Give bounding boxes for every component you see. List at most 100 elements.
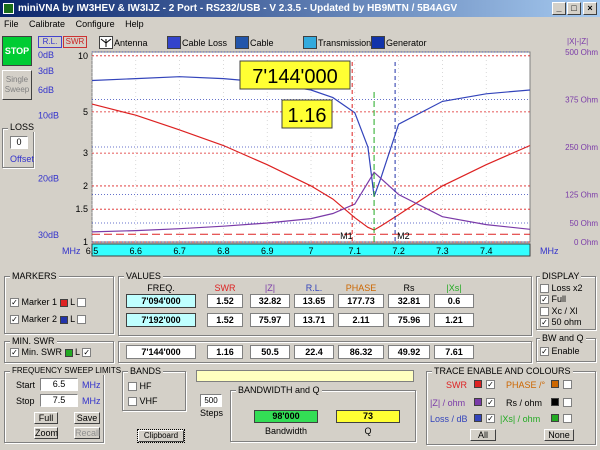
m1-freq: 7'094'000 — [126, 294, 196, 308]
col-swr: SWR — [214, 283, 236, 293]
trace-z-color[interactable] — [474, 398, 482, 406]
q-value: 73 — [336, 410, 400, 423]
marker1-l-checkbox[interactable] — [77, 298, 87, 308]
markers-title: MARKERS — [10, 271, 59, 281]
min-swr-checkbox[interactable]: ✓ — [10, 348, 19, 358]
m1-xs: 0.6 — [434, 294, 474, 308]
mhz-right-label: MHz — [540, 246, 559, 256]
full-button[interactable]: Full — [34, 412, 58, 424]
save-button[interactable]: Save — [74, 412, 100, 424]
bwq-enable-checkbox[interactable]: ✓ — [540, 347, 549, 357]
swr-callout-text: 1.16 — [288, 105, 327, 127]
trace-swr-label: SWR — [446, 380, 467, 390]
menu-configure[interactable]: Configure — [76, 19, 115, 29]
m2-freq: 7'192'000 — [126, 313, 196, 327]
marker1-checkbox[interactable]: ✓ — [10, 298, 19, 308]
stop-label: Stop — [16, 396, 35, 406]
freq-tick-label: 7.1 — [349, 246, 362, 256]
marker2-color[interactable] — [59, 315, 68, 324]
trace-xs-color[interactable] — [551, 414, 559, 422]
chart: 105321.51500 Ohm375 Ohm250 Ohm125 Ohm50 … — [38, 48, 599, 257]
tab-transmission-label: Transmission — [318, 38, 372, 48]
trace-z-label: |Z| / ohm — [430, 398, 466, 408]
m2-xs: 1.21 — [434, 313, 474, 327]
trace-rs-label: Rs / ohm — [506, 398, 543, 408]
freq-tick-label: 7.4 — [480, 246, 493, 256]
min-freq: 7'144'000 — [126, 345, 196, 359]
swr-tick-label: 2 — [83, 181, 88, 191]
display-loss-checkbox[interactable] — [540, 284, 549, 294]
trace-phase-checkbox[interactable] — [563, 380, 572, 390]
recall-button[interactable]: Recall — [74, 427, 100, 439]
display-xcxl-checkbox[interactable] — [540, 307, 549, 317]
min-z: 50.5 — [250, 345, 290, 359]
freq-tick-label: 6.6 — [130, 246, 143, 256]
q-label: Q — [364, 426, 372, 436]
maximize-button[interactable]: □ — [567, 2, 581, 15]
band-vhf-checkbox[interactable] — [128, 397, 137, 407]
min-swr-label: Min. SWR — [21, 347, 63, 357]
bands-title: BANDS — [128, 366, 164, 376]
m1-z: 32.82 — [250, 294, 290, 308]
steps-input[interactable]: 500 — [200, 394, 222, 407]
db-tick-label: 0dB — [38, 50, 54, 60]
close-button[interactable]: × — [583, 2, 597, 15]
trace-swr-checkbox[interactable]: ✓ — [486, 380, 495, 390]
freq-tick-label: 6.5 — [86, 246, 99, 256]
trace-rs-color[interactable] — [551, 398, 559, 406]
marker1-color[interactable] — [59, 298, 68, 307]
min-swr: 1.16 — [207, 345, 243, 359]
menu-calibrate[interactable]: Calibrate — [29, 19, 65, 29]
freq-tick-label: 6.9 — [261, 246, 274, 256]
m2-rs: 75.96 — [388, 313, 430, 327]
steps-label: Steps — [200, 408, 224, 418]
start-input[interactable]: 6.5 — [40, 378, 78, 391]
trace-rs-checkbox[interactable] — [563, 398, 572, 408]
min-swr-l-checkbox[interactable]: ✓ — [82, 348, 92, 358]
trace-loss-color[interactable] — [474, 414, 482, 422]
m1-swr: 1.52 — [207, 294, 243, 308]
band-hf-checkbox[interactable] — [128, 382, 137, 392]
marker2-checkbox[interactable]: ✓ — [10, 315, 19, 325]
m2-rl: 13.71 — [294, 313, 334, 327]
trace-loss-checkbox[interactable]: ✓ — [486, 414, 495, 424]
stop-input[interactable]: 7.5 — [40, 394, 78, 407]
minimize-button[interactable]: _ — [552, 2, 566, 15]
marker2-l-checkbox[interactable] — [77, 315, 87, 325]
m2-z: 75.97 — [250, 313, 290, 327]
freq-tick-label: 6.7 — [173, 246, 186, 256]
display-xcxl-label: Xc / Xl — [551, 306, 578, 316]
band-hf-label: HF — [139, 381, 152, 391]
menu-file[interactable]: File — [4, 19, 19, 29]
menu-help[interactable]: Help — [125, 19, 144, 29]
db-tick-label: 10dB — [38, 110, 59, 120]
display-full-checkbox[interactable]: ✓ — [540, 295, 549, 305]
trace-swr-color[interactable] — [474, 380, 482, 388]
col-rs: Rs — [403, 283, 415, 293]
freq-tick-label: 6.8 — [217, 246, 230, 256]
swr-toggle[interactable]: SWR — [63, 36, 87, 48]
trace-xs-checkbox[interactable] — [563, 414, 572, 424]
min-xs: 7.61 — [434, 345, 474, 359]
trace-xs-label: |Xs| / ohm — [500, 414, 541, 424]
display-50ohm: ✓ 50 ohm — [540, 317, 582, 328]
swr-tick-label: 3 — [83, 148, 88, 158]
bwq-enable: ✓ Enable — [540, 346, 580, 357]
zoom-button[interactable]: Zoom — [34, 427, 58, 439]
freq-tick-label: 7.3 — [436, 246, 449, 256]
col-xs: |Xs| — [446, 283, 462, 293]
trace-all-button[interactable]: All — [470, 429, 496, 441]
display-50ohm-checkbox[interactable]: ✓ — [540, 318, 549, 328]
ohm-tick-label: 50 Ohm — [570, 219, 599, 228]
clipboard-button[interactable]: Clipboard — [137, 429, 185, 443]
display-title: DISPLAY — [540, 271, 582, 281]
display-full: ✓ Full — [540, 294, 566, 305]
min-swr-color[interactable] — [64, 348, 73, 357]
trace-phase-color[interactable] — [551, 380, 559, 388]
trace-none-button[interactable]: None — [544, 429, 574, 441]
marker2-row: ✓ Marker 2 L — [10, 314, 87, 325]
freq-tick-label: 7 — [308, 246, 313, 256]
display-loss: Loss x2 — [540, 283, 583, 294]
rl-toggle[interactable]: R.L. — [38, 36, 62, 48]
trace-z-checkbox[interactable]: ✓ — [486, 398, 495, 408]
